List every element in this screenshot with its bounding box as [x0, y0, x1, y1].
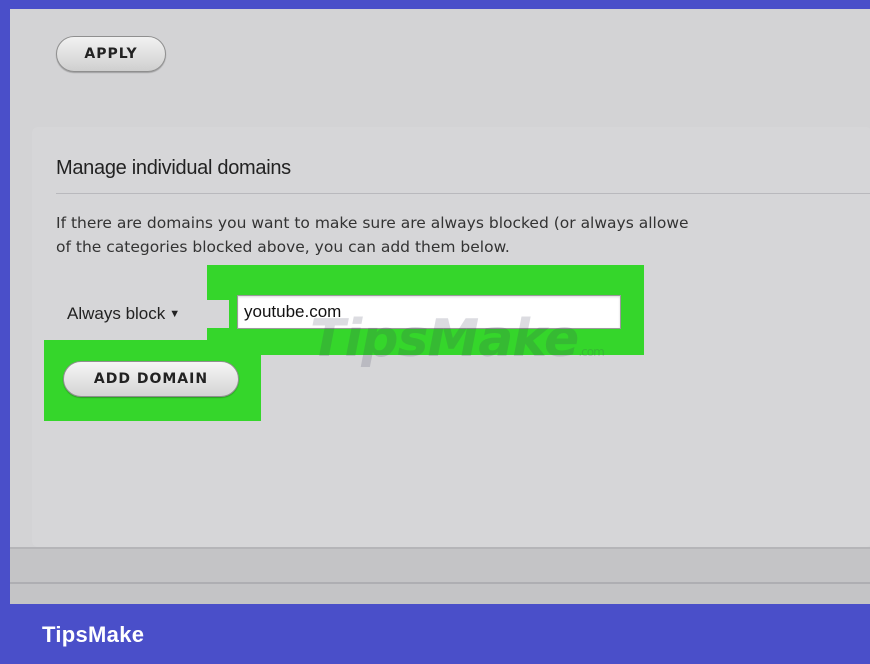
domain-input[interactable] [237, 295, 621, 329]
dropdown-arrow-icon: ▼ [169, 308, 181, 320]
panel-divider [56, 193, 870, 194]
description-line-1: If there are domains you want to make su… [56, 214, 689, 232]
panel-title: Manage individual domains [56, 157, 291, 179]
panel-description: If there are domains you want to make su… [56, 211, 870, 259]
add-domain-button[interactable]: ADD DOMAIN [63, 361, 239, 397]
block-mode-value: Always block [67, 304, 166, 323]
footer-divider [10, 582, 870, 584]
description-line-2: of the categories blocked above, you can… [56, 238, 510, 256]
block-mode-select[interactable]: Always block ▼ [67, 300, 229, 328]
brand-label: TipsMake [42, 622, 145, 647]
browser-screen: APPLY Manage individual domains If there… [10, 9, 870, 604]
page-footer-bar [10, 547, 870, 604]
apply-button[interactable]: APPLY [56, 36, 166, 72]
